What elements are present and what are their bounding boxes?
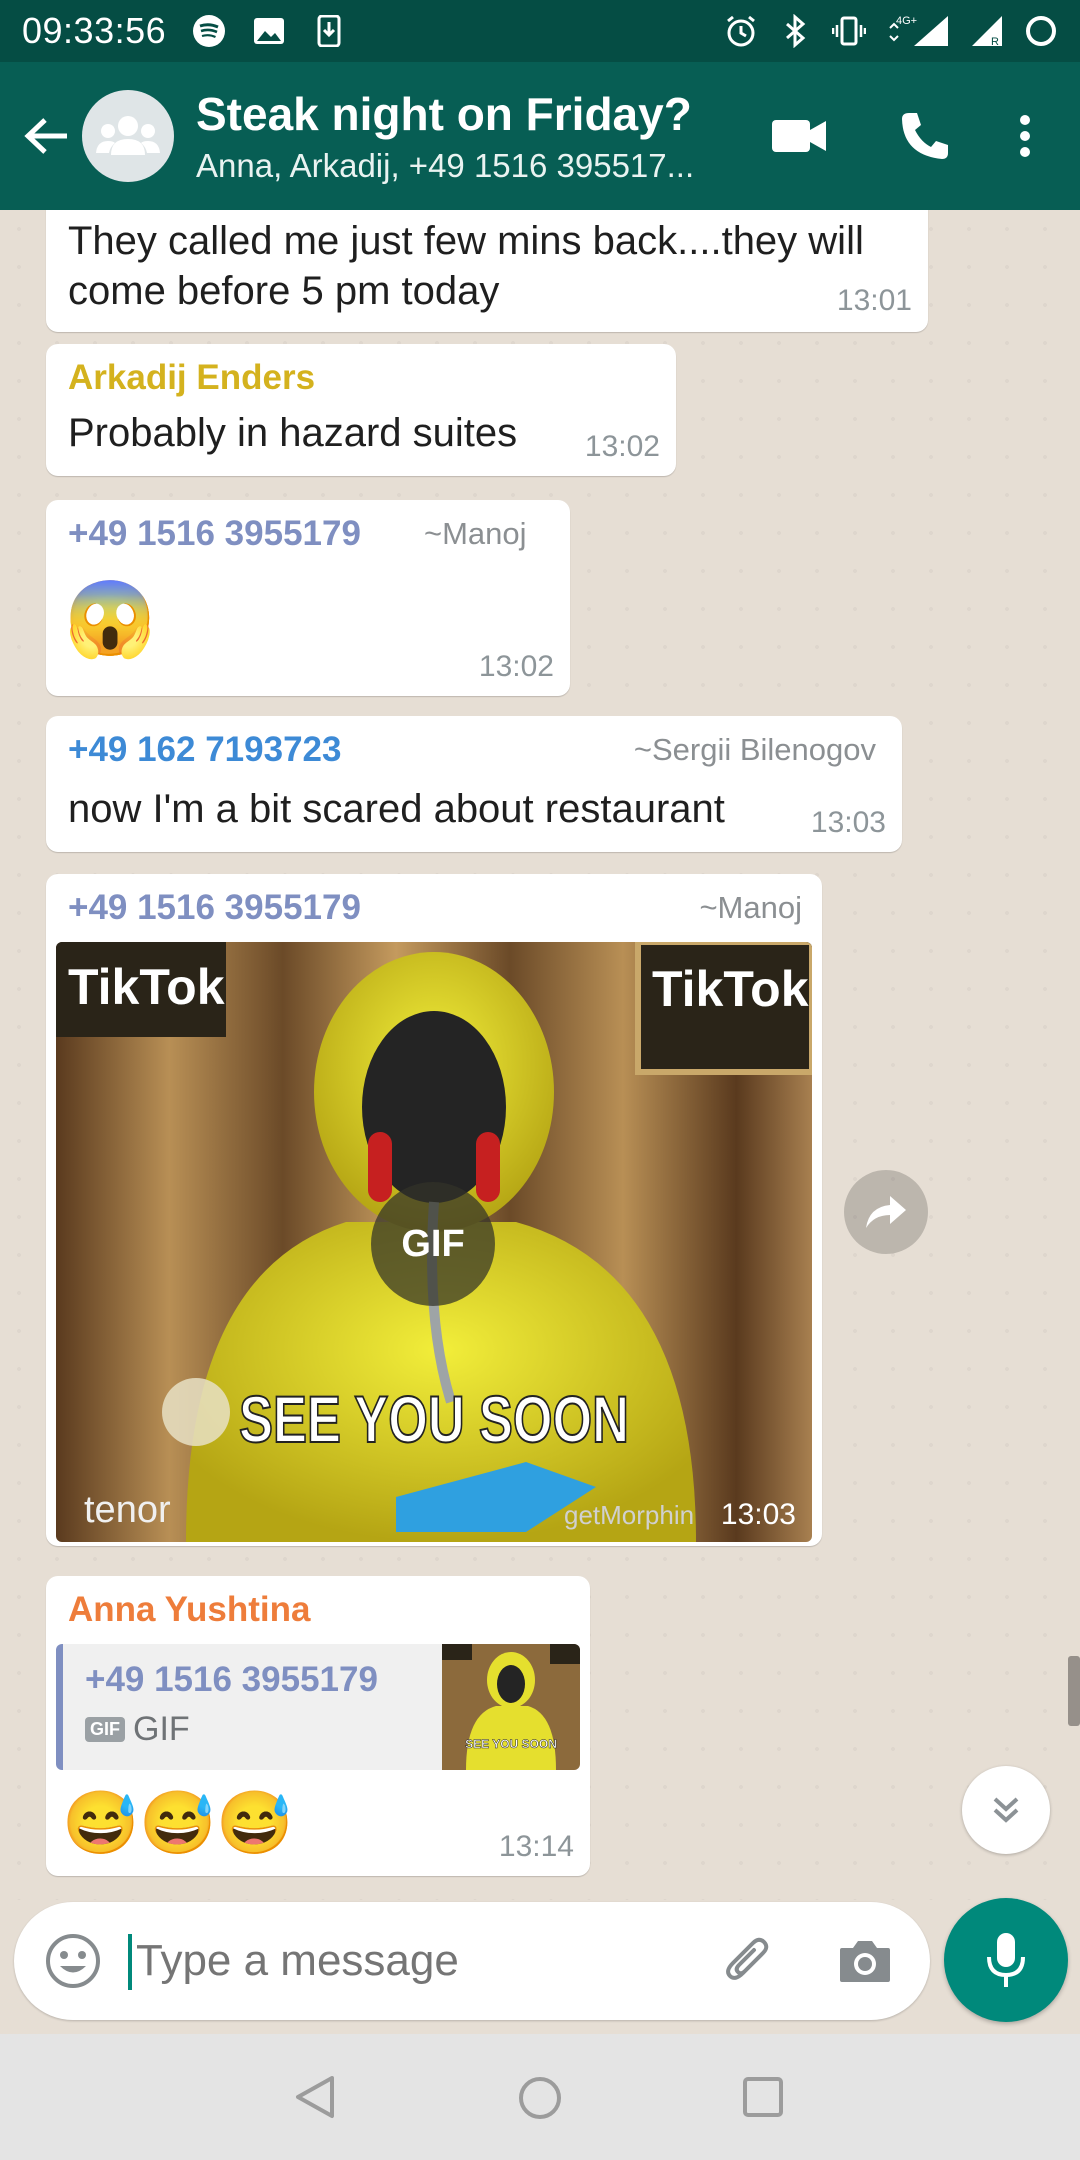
- sender-alias: ~Manoj: [699, 890, 802, 925]
- camera-icon: [840, 1941, 890, 1982]
- triangle-back-icon: [296, 2076, 334, 2118]
- back-button[interactable]: [14, 104, 78, 168]
- video-call-button[interactable]: [754, 91, 844, 181]
- message-time: 13:02: [478, 650, 554, 683]
- text-cursor: [128, 1934, 132, 1990]
- spotify-icon: [192, 14, 226, 48]
- message-time: 13:01: [836, 284, 912, 317]
- message-bubble[interactable]: +49 162 7193723 ~Sergii Bilenogov now I'…: [46, 716, 902, 852]
- forward-arrow-icon: [866, 1196, 906, 1228]
- gif-caption: SEE YOU SOON: [239, 1382, 629, 1456]
- battery-ring-icon: [1024, 14, 1058, 48]
- signal-4g-icon: 4G+: [886, 14, 950, 48]
- chevron-double-down-icon: [993, 1797, 1019, 1823]
- gif-play-badge[interactable]: GIF: [371, 1182, 495, 1306]
- camera-button[interactable]: [830, 1926, 900, 1996]
- gallery-icon: [252, 14, 286, 48]
- gif-watermark-left: TikTok: [68, 959, 225, 1015]
- forward-button[interactable]: [844, 1170, 928, 1254]
- circle-home-icon: [519, 2077, 561, 2119]
- message-bubble[interactable]: +49 1516 3955179 ~Manoj 😱 13:02: [46, 500, 570, 696]
- message-time: 13:03: [810, 806, 886, 839]
- gif-badge-label: GIF: [401, 1222, 465, 1265]
- nav-back-button[interactable]: [290, 2072, 340, 2122]
- gif-small-badge: GIF: [85, 1717, 125, 1742]
- overflow-menu-button[interactable]: [980, 91, 1070, 181]
- message-input[interactable]: [136, 1922, 696, 2000]
- sender-alias: ~Sergii Bilenogov: [633, 732, 876, 767]
- microphone-icon: [987, 1933, 1025, 1987]
- bluetooth-icon: [778, 14, 812, 48]
- message-sender[interactable]: +49 162 7193723: [68, 730, 341, 770]
- message-bubble[interactable]: Arkadij Enders Probably in hazard suites…: [46, 344, 676, 476]
- voice-record-button[interactable]: [944, 1898, 1068, 2022]
- chat-title: Steak night on Friday?: [196, 88, 692, 140]
- sender-alias: ~Manoj: [424, 516, 527, 551]
- message-sender[interactable]: Anna Yushtina: [68, 1590, 310, 1630]
- emoji-message: 😅😅😅: [62, 1789, 294, 1858]
- quoted-content: GIF GIF: [85, 1710, 190, 1749]
- quoted-sender: +49 1516 3955179: [85, 1660, 378, 1699]
- status-time: 09:33:56: [22, 10, 167, 51]
- thumb-caption: SEE YOU SOON: [465, 1737, 557, 1751]
- nav-home-button[interactable]: [514, 2072, 566, 2124]
- status-bar: 09:33:56 4G+ R: [0, 0, 1080, 62]
- message-composer: [14, 1902, 930, 2020]
- system-navigation-bar: [0, 2034, 1080, 2160]
- gif-media[interactable]: TikTok TikTok SEE YOU SOON tenor getMorp…: [56, 942, 812, 1542]
- message-time: 13:14: [498, 1830, 574, 1863]
- quoted-message[interactable]: +49 1516 3955179 GIF GIF SEE YOU SOON: [56, 1644, 580, 1770]
- emoji-message: 😱: [64, 577, 157, 660]
- message-text: Probably in hazard suites: [68, 411, 518, 455]
- message-sender[interactable]: +49 1516 3955179: [68, 888, 361, 928]
- message-list[interactable]: They called me just few mins back....the…: [0, 210, 1080, 1900]
- voice-call-button[interactable]: [880, 91, 970, 181]
- gif-credit: getMorphin: [564, 1500, 694, 1530]
- message-text: They called me just few mins back....the…: [68, 219, 864, 313]
- emoji-button[interactable]: [38, 1926, 108, 1996]
- message-time: 13:03: [720, 1498, 796, 1531]
- chat-participants: Anna, Arkadij, +49 1516 395517...: [196, 147, 695, 184]
- nav-recents-button[interactable]: [738, 2072, 788, 2122]
- chat-header: Steak night on Friday? Anna, Arkadij, +4…: [0, 62, 1080, 210]
- group-avatar[interactable]: [82, 90, 174, 182]
- message-time: 13:02: [584, 430, 660, 463]
- download-icon: [312, 14, 346, 48]
- chat-title-area[interactable]: Steak night on Friday? Anna, Arkadij, +4…: [196, 87, 744, 185]
- group-icon: [96, 116, 160, 155]
- message-sender[interactable]: +49 1516 3955179: [68, 514, 361, 554]
- tenor-watermark: tenor: [84, 1489, 171, 1531]
- attach-button[interactable]: [714, 1926, 784, 1996]
- gif-watermark-right: TikTok: [652, 961, 809, 1017]
- square-recents-icon: [743, 2077, 783, 2117]
- scroll-to-bottom-button[interactable]: [962, 1766, 1050, 1854]
- network-type: 4G+: [896, 15, 917, 27]
- message-bubble[interactable]: +49 1516 3955179 ~Manoj TikTok TikTok SE…: [46, 874, 822, 1546]
- smiley-icon: [46, 1934, 100, 1988]
- vibrate-icon: [832, 14, 866, 48]
- alarm-icon: [724, 14, 758, 48]
- signal-roaming-icon: R: [970, 14, 1004, 48]
- phone-icon: [902, 113, 948, 159]
- video-camera-icon: [772, 120, 826, 152]
- paperclip-icon: [726, 1937, 769, 1980]
- svg-text:R: R: [991, 36, 999, 48]
- scrollbar-thumb[interactable]: [1068, 1656, 1080, 1726]
- message-bubble[interactable]: They called me just few mins back....the…: [46, 210, 928, 332]
- message-bubble[interactable]: Anna Yushtina +49 1516 3955179 GIF GIF S…: [46, 1576, 590, 1876]
- quoted-label: GIF: [133, 1710, 190, 1748]
- more-vertical-icon: [1020, 115, 1030, 157]
- message-sender[interactable]: Arkadij Enders: [68, 358, 315, 398]
- quoted-thumbnail: SEE YOU SOON: [442, 1644, 580, 1770]
- message-text: now I'm a bit scared about restaurant: [68, 787, 725, 831]
